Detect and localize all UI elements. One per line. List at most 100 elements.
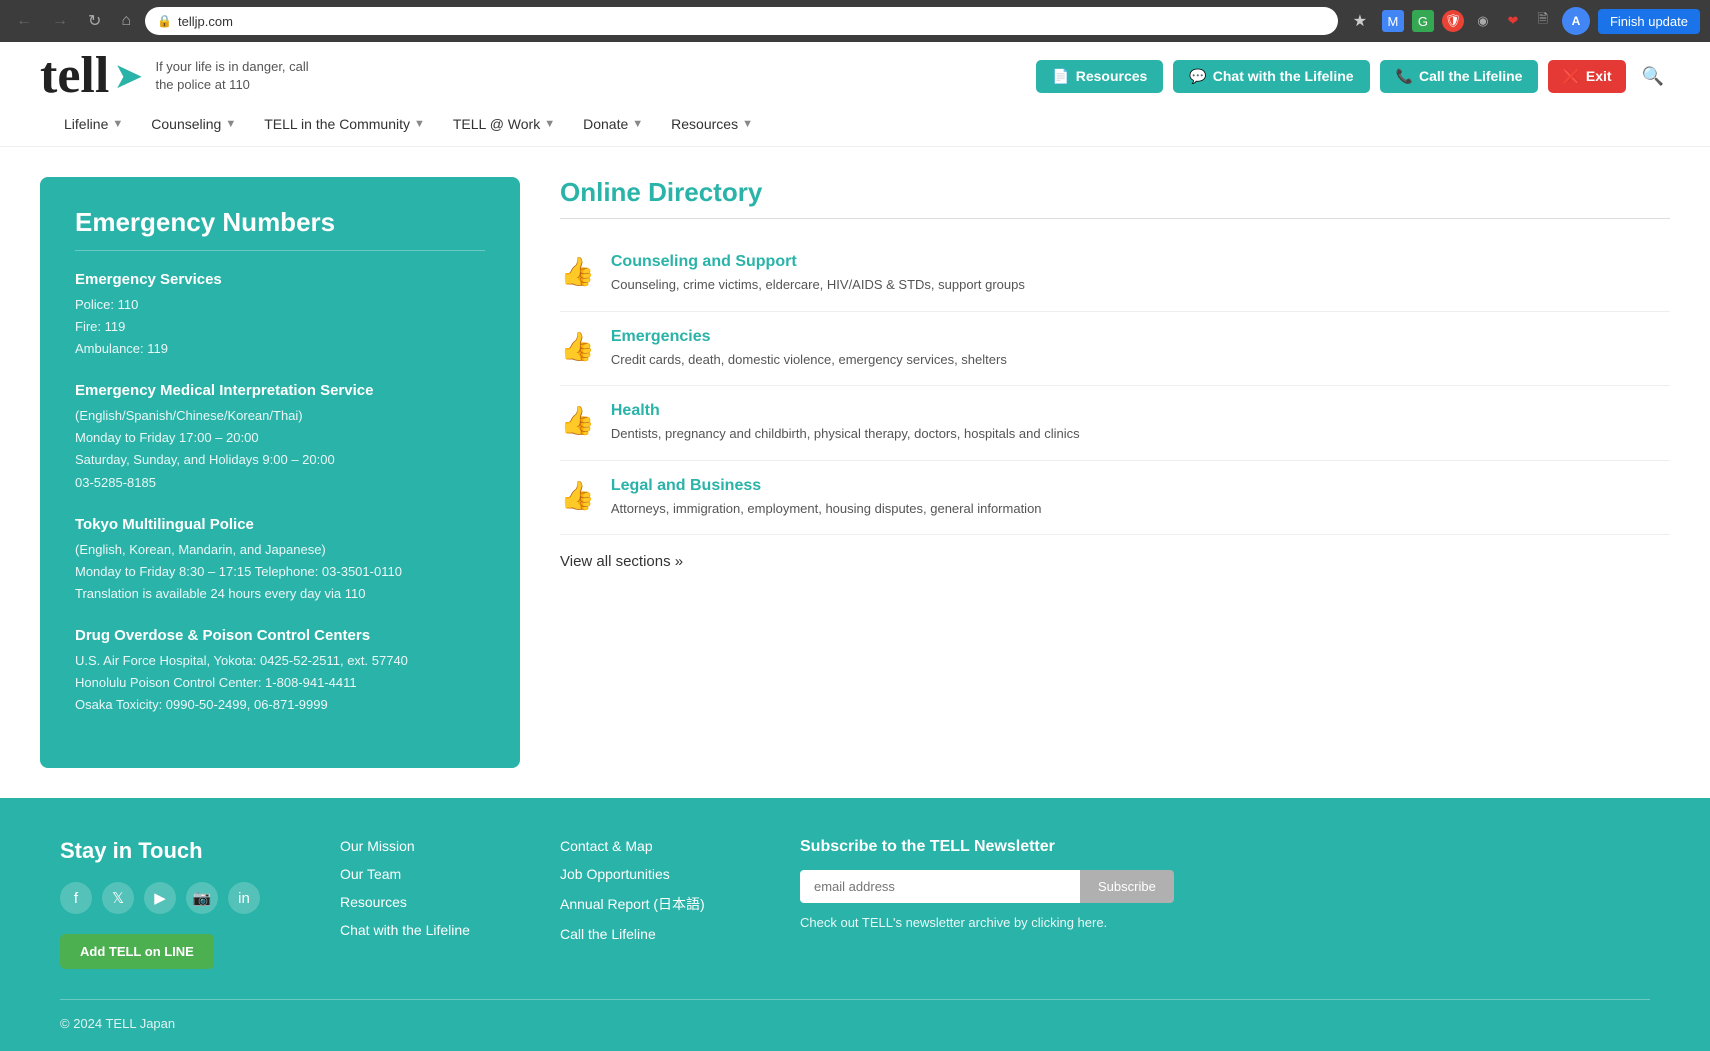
- footer-links-column-1: Our Mission Our Team Resources Chat with…: [340, 838, 500, 950]
- footer-link-team[interactable]: Our Team: [340, 866, 500, 882]
- nav-donate[interactable]: Donate ▼: [569, 110, 657, 138]
- emergency-group-4-lines: U.S. Air Force Hospital, Yokota: 0425-52…: [75, 650, 485, 716]
- email-input[interactable]: [800, 870, 1080, 903]
- footer-link-jobs[interactable]: Job Opportunities: [560, 866, 740, 882]
- nav-resources-chevron: ▼: [742, 118, 753, 130]
- nav-counseling-chevron: ▼: [225, 118, 236, 130]
- emergency-group-4: Drug Overdose & Poison Control Centers U…: [75, 627, 485, 716]
- twitter-icon[interactable]: 𝕏: [102, 882, 134, 914]
- newsletter-title: Subscribe to the TELL Newsletter: [800, 838, 1650, 856]
- directory-item-legal-text: Legal and Business Attorneys, immigratio…: [611, 477, 1042, 519]
- directory-item-health[interactable]: 👍 Health Dentists, pregnancy and childbi…: [560, 386, 1670, 461]
- nav-work-chevron: ▼: [544, 118, 555, 130]
- site-footer: Stay in Touch f 𝕏 ▶ 📷 in Add TELL on LIN…: [0, 798, 1710, 1051]
- refresh-button[interactable]: ↻: [82, 7, 107, 35]
- linkedin-icon[interactable]: in: [228, 882, 260, 914]
- emergency-group-3-lines: (English, Korean, Mandarin, and Japanese…: [75, 539, 485, 605]
- nav-community-chevron: ▼: [414, 118, 425, 130]
- directory-item-counseling-text: Counseling and Support Counseling, crime…: [611, 253, 1025, 295]
- tagline-text: If your life is in danger, call the poli…: [155, 58, 315, 94]
- header-top: tell ➤ If your life is in danger, call t…: [40, 50, 1670, 102]
- dir-item-health-desc: Dentists, pregnancy and childbirth, phys…: [611, 424, 1080, 444]
- star-button[interactable]: ★: [1346, 7, 1374, 35]
- footer-link-annual-report[interactable]: Annual Report (日本語): [560, 894, 740, 914]
- extension-icon-2[interactable]: G: [1412, 10, 1434, 32]
- emergency-group-2-title: Emergency Medical Interpretation Service: [75, 382, 485, 399]
- nav-work[interactable]: TELL @ Work ▼: [439, 110, 569, 138]
- emergency-group-1: Emergency Services Police: 110Fire: 119A…: [75, 271, 485, 360]
- home-button[interactable]: ⌂: [115, 8, 137, 34]
- nav-work-label: TELL @ Work: [453, 116, 540, 132]
- view-all-link[interactable]: View all sections »: [560, 553, 1670, 570]
- emergency-group-2: Emergency Medical Interpretation Service…: [75, 382, 485, 493]
- dir-item-legal-desc: Attorneys, immigration, employment, hous…: [611, 499, 1042, 519]
- exit-button[interactable]: ❌ Exit: [1548, 60, 1625, 93]
- dir-item-counseling-desc: Counseling, crime victims, eldercare, HI…: [611, 275, 1025, 295]
- profile-avatar[interactable]: A: [1562, 7, 1590, 35]
- newsletter-archive-text: Check out TELL's newsletter archive by c…: [800, 915, 1650, 930]
- emergency-group-1-title: Emergency Services: [75, 271, 485, 288]
- call-lifeline-button[interactable]: 📞 Call the Lifeline: [1380, 60, 1539, 93]
- footer-link-contact[interactable]: Contact & Map: [560, 838, 740, 854]
- footer-link-chat[interactable]: Chat with the Lifeline: [340, 922, 500, 938]
- dir-item-emergencies-desc: Credit cards, death, domestic violence, …: [611, 350, 1007, 370]
- extension-icon-3[interactable]: 🛡: [1442, 10, 1464, 32]
- emergency-group-4-title: Drug Overdose & Poison Control Centers: [75, 627, 485, 644]
- phone-icon: 📞: [1396, 68, 1413, 85]
- youtube-icon[interactable]: ▶: [144, 882, 176, 914]
- directory-item-health-text: Health Dentists, pregnancy and childbirt…: [611, 402, 1080, 444]
- footer-link-resources[interactable]: Resources: [340, 894, 500, 910]
- dir-item-emergencies-title: Emergencies: [611, 328, 1007, 346]
- stay-in-touch-heading: Stay in Touch: [60, 838, 280, 864]
- add-tell-button[interactable]: Add TELL on LINE: [60, 934, 214, 969]
- nav-resources[interactable]: Resources ▼: [657, 110, 767, 138]
- emergency-title: Emergency Numbers: [75, 207, 485, 251]
- resources-icon: 📄: [1052, 68, 1069, 85]
- dir-item-health-title: Health: [611, 402, 1080, 420]
- archive-link[interactable]: Check out TELL's newsletter archive by c…: [800, 915, 1107, 930]
- resources-button[interactable]: 📄 Resources: [1036, 60, 1163, 93]
- finish-update-button[interactable]: Finish update: [1598, 9, 1700, 34]
- forward-button[interactable]: →: [46, 8, 74, 34]
- chat-icon: 💬: [1189, 68, 1206, 85]
- nav-resources-label: Resources: [671, 116, 738, 132]
- footer-newsletter-column: Subscribe to the TELL Newsletter Subscri…: [800, 838, 1650, 930]
- site-nav: Lifeline ▼ Counseling ▼ TELL in the Comm…: [40, 110, 1670, 138]
- back-button[interactable]: ←: [10, 8, 38, 34]
- header-buttons: 📄 Resources 💬 Chat with the Lifeline 📞 C…: [1036, 60, 1670, 93]
- browser-actions: ★ M G 🛡 ◉ ❤ 🗎 A Finish update: [1346, 7, 1700, 35]
- directory-section: Online Directory 👍 Counseling and Suppor…: [560, 177, 1670, 768]
- subscribe-button[interactable]: Subscribe: [1080, 870, 1174, 903]
- logo-text: tell: [40, 50, 109, 102]
- instagram-icon[interactable]: 📷: [186, 882, 218, 914]
- extension-icon-5[interactable]: ❤: [1502, 10, 1524, 32]
- nav-counseling[interactable]: Counseling ▼: [137, 110, 250, 138]
- address-bar[interactable]: 🔒 telljp.com: [145, 7, 1338, 35]
- footer-link-mission[interactable]: Our Mission: [340, 838, 500, 854]
- social-icons: f 𝕏 ▶ 📷 in: [60, 882, 280, 914]
- extension-icon-6[interactable]: 🗎: [1532, 10, 1554, 32]
- chat-label: Chat with the Lifeline: [1213, 68, 1354, 84]
- chat-lifeline-button[interactable]: 💬 Chat with the Lifeline: [1173, 60, 1369, 93]
- site-header: tell ➤ If your life is in danger, call t…: [0, 42, 1710, 147]
- nav-donate-chevron: ▼: [632, 118, 643, 130]
- directory-item-legal[interactable]: 👍 Legal and Business Attorneys, immigrat…: [560, 461, 1670, 536]
- directory-item-emergencies[interactable]: 👍 Emergencies Credit cards, death, domes…: [560, 312, 1670, 387]
- extension-icon-1[interactable]: M: [1382, 10, 1404, 32]
- call-label: Call the Lifeline: [1419, 68, 1522, 84]
- main-content: Emergency Numbers Emergency Services Pol…: [0, 147, 1710, 798]
- search-button[interactable]: 🔍: [1636, 60, 1670, 93]
- emergency-group-3-title: Tokyo Multilingual Police: [75, 516, 485, 533]
- directory-title: Online Directory: [560, 177, 1670, 219]
- nav-community[interactable]: TELL in the Community ▼: [250, 110, 439, 138]
- directory-item-counseling[interactable]: 👍 Counseling and Support Counseling, cri…: [560, 237, 1670, 312]
- nav-lifeline-chevron: ▼: [112, 118, 123, 130]
- dir-item-counseling-title: Counseling and Support: [611, 253, 1025, 271]
- nav-lifeline[interactable]: Lifeline ▼: [50, 110, 137, 138]
- nav-counseling-label: Counseling: [151, 116, 221, 132]
- resources-label: Resources: [1076, 68, 1148, 84]
- footer-link-call[interactable]: Call the Lifeline: [560, 926, 740, 942]
- thumbs-up-icon-emergencies: 👍: [560, 330, 595, 363]
- extension-icon-4[interactable]: ◉: [1472, 10, 1494, 32]
- facebook-icon[interactable]: f: [60, 882, 92, 914]
